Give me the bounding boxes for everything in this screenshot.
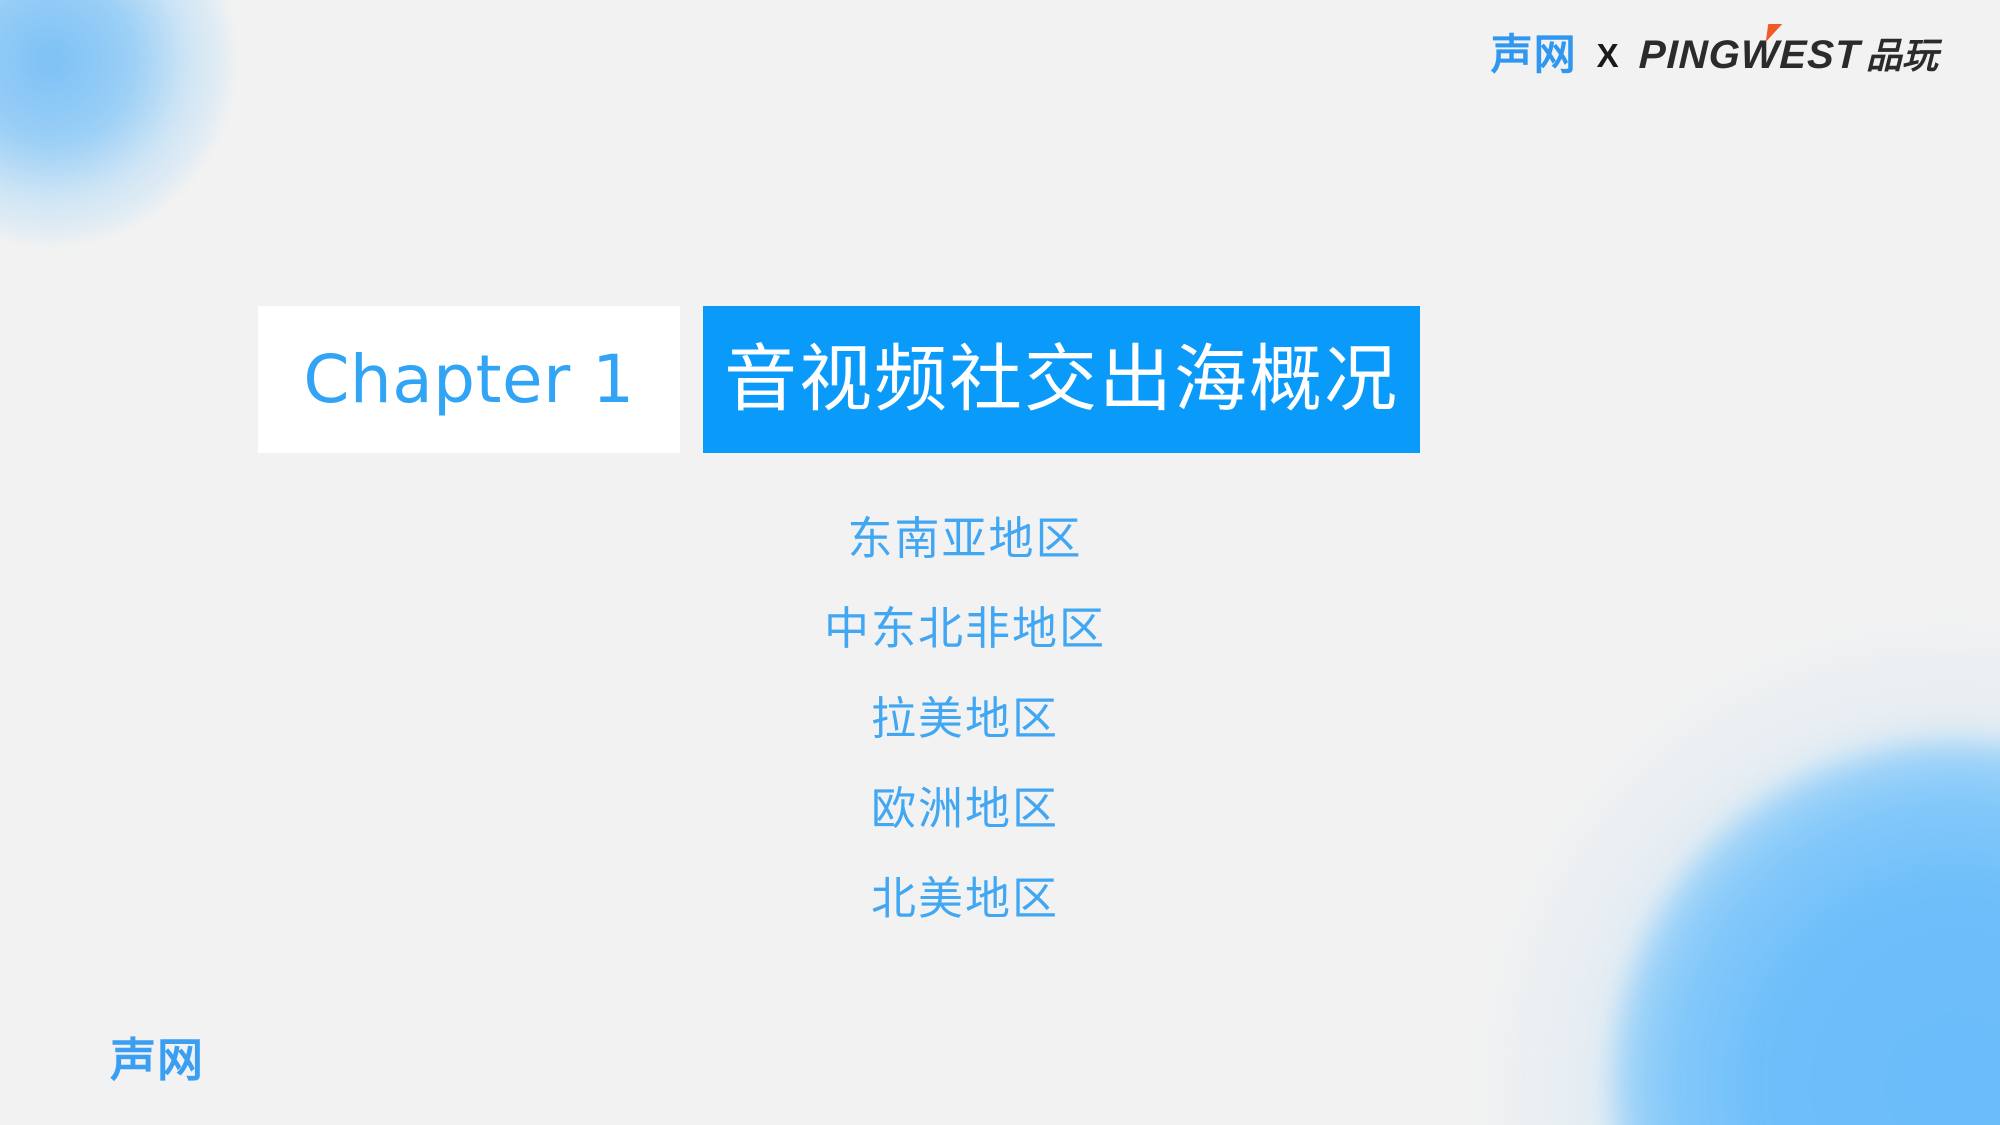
chapter-banner: Chapter 1 音视频社交出海概况 (258, 306, 1420, 453)
slide-canvas: 声网 X PINGWEST 品玩 Chapter 1 音视频社交出海概况 东南亚… (0, 0, 2000, 1125)
region-list-item: 拉美地区 (870, 692, 1059, 745)
region-list-item: 北美地区 (870, 872, 1059, 925)
region-list-item: 东南亚地区 (847, 512, 1083, 565)
pingwest-wordmark: PINGWEST (1637, 33, 1861, 77)
agora-logo: 声网 (1490, 30, 1577, 79)
chapter-label: Chapter 1 (303, 340, 635, 418)
chapter-banner-divider (680, 306, 703, 453)
header-logo-lockup: 声网 X PINGWEST 品玩 (1490, 24, 1938, 84)
chapter-label-box: Chapter 1 (258, 306, 680, 453)
pingwest-chinese-wordmark: 品玩 (1865, 36, 1938, 77)
chapter-title: 音视频社交出海概况 (724, 337, 1399, 422)
footer-agora-logo: 声网 (110, 1033, 204, 1087)
region-list-item: 中东北非地区 (823, 602, 1106, 655)
pingwest-logo: PINGWEST 品玩 (1637, 24, 1938, 77)
collaboration-x-separator: X (1596, 36, 1619, 74)
region-list: 东南亚地区 中东北非地区 拉美地区 欧洲地区 北美地区 (0, 516, 1930, 921)
pingwest-accent-triangle-icon (1765, 24, 1782, 42)
top-left-glow-decoration (0, 0, 230, 240)
region-list-item: 欧洲地区 (870, 782, 1059, 835)
chapter-title-box: 音视频社交出海概况 (703, 306, 1420, 453)
